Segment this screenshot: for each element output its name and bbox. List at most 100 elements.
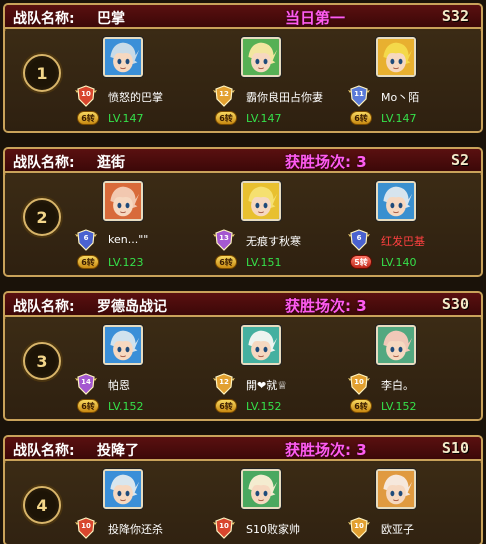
rank-badge-icon: 10 xyxy=(75,85,97,107)
rank-badge-number: 14 xyxy=(81,378,91,386)
hero-portrait-icon xyxy=(105,327,141,363)
player-name[interactable]: S10败家帅 xyxy=(246,521,300,537)
team-name: 逛街 xyxy=(97,155,125,171)
team-header: 战队名称: 罗德岛战记 获胜场次: 3 S30 xyxy=(5,293,481,317)
member-slot[interactable]: 14 帕恩 6转 LV.152 xyxy=(75,319,195,419)
player-level: LV.152 xyxy=(246,400,282,413)
hero-portrait[interactable] xyxy=(376,469,416,509)
hero-portrait-icon xyxy=(378,327,414,363)
hero-portrait-icon xyxy=(243,183,279,219)
player-name[interactable]: Mo丶陌 xyxy=(381,89,419,105)
team-members: 2 6 ken..."" 6转 LV.123 13 无痕す秋寒 6转 LV.151 6 红发巴… xyxy=(5,175,481,275)
team-members: 3 14 帕恩 6转 LV.152 12 開❤就♕ 6转 LV.152 10 李白。 6转 LV.… xyxy=(5,319,481,419)
member-slot[interactable]: 6 ken..."" 6转 LV.123 xyxy=(75,175,195,275)
player-level: LV.152 xyxy=(381,400,417,413)
team-label: 战队名称: xyxy=(13,443,75,459)
hero-portrait[interactable] xyxy=(376,325,416,365)
player-name[interactable]: 投降你还杀 xyxy=(108,521,163,537)
player-name[interactable]: 无痕す秋寒 xyxy=(246,233,301,249)
rank-badge-icon: 13 xyxy=(213,229,235,251)
rank-badge-icon: 14 xyxy=(75,373,97,395)
member-slot[interactable]: 12 開❤就♕ 6转 LV.152 xyxy=(213,319,333,419)
team-result: 获胜场次: 3 xyxy=(285,153,367,171)
player-level: LV.147 xyxy=(246,112,282,125)
rank-badge-icon: 6 xyxy=(348,229,370,251)
hero-portrait[interactable] xyxy=(241,469,281,509)
server-tag: S32 xyxy=(441,7,469,25)
player-name[interactable]: 開❤就♕ xyxy=(246,377,287,393)
player-name[interactable]: 霸你良田占你妻 xyxy=(246,89,323,105)
rebirth-badge: 6转 xyxy=(215,111,237,125)
rebirth-badge: 6转 xyxy=(77,255,99,269)
hero-portrait[interactable] xyxy=(103,37,143,77)
rebirth-badge: 6转 xyxy=(77,399,99,413)
rank-badge-icon: 10 xyxy=(213,517,235,539)
rank-badge-number: 10 xyxy=(354,378,364,386)
hero-portrait-icon xyxy=(105,471,141,507)
hero-portrait[interactable] xyxy=(241,325,281,365)
rank-badge-number: 11 xyxy=(354,90,364,98)
team-card[interactable]: 战队名称: 罗德岛战记 获胜场次: 3 S30 3 14 帕恩 6转 LV.152 1… xyxy=(3,291,483,421)
rank-badge-number: 10 xyxy=(219,522,229,530)
member-slot[interactable]: 13 无痕す秋寒 6转 LV.151 xyxy=(213,175,333,275)
rank-badge-icon: 11 xyxy=(348,85,370,107)
hero-portrait-icon xyxy=(378,183,414,219)
rank-badge-number: 6 xyxy=(83,234,89,242)
hero-portrait[interactable] xyxy=(103,181,143,221)
hero-portrait-icon xyxy=(105,39,141,75)
rebirth-badge: 6转 xyxy=(215,399,237,413)
hero-portrait[interactable] xyxy=(241,181,281,221)
player-name[interactable]: 愤怒的巴掌 xyxy=(108,89,163,105)
rank-badge-icon: 12 xyxy=(213,373,235,395)
player-name[interactable]: ken..."" xyxy=(108,233,148,246)
rank-medallion: 1 xyxy=(23,54,61,92)
member-slot[interactable]: 6 红发巴基 5转 LV.140 xyxy=(348,175,468,275)
rank-badge-icon: 10 xyxy=(348,373,370,395)
player-name[interactable]: 帕恩 xyxy=(108,377,130,393)
team-result: 当日第一 xyxy=(285,9,346,27)
hero-portrait[interactable] xyxy=(103,469,143,509)
team-ranking-board: 战队名称: 巴掌 当日第一 S32 1 10 愤怒的巴掌 6转 LV.147 12 霸你… xyxy=(0,0,486,544)
member-slot[interactable]: 10 S10败家帅 xyxy=(213,463,333,544)
member-slot[interactable]: 10 投降你还杀 xyxy=(75,463,195,544)
rebirth-badge: 5转 xyxy=(350,255,372,269)
rank-medallion: 4 xyxy=(23,486,61,524)
team-result: 获胜场次: 3 xyxy=(285,441,367,459)
player-level: LV.151 xyxy=(246,256,282,269)
player-name[interactable]: 欧亚子 xyxy=(381,521,414,537)
player-level: LV.147 xyxy=(381,112,417,125)
hero-portrait[interactable] xyxy=(241,37,281,77)
hero-portrait-icon xyxy=(378,471,414,507)
member-slot[interactable]: 10 李白。 6转 LV.152 xyxy=(348,319,468,419)
hero-portrait[interactable] xyxy=(376,37,416,77)
team-header: 战队名称: 逛街 获胜场次: 3 S2 xyxy=(5,149,481,173)
team-label: 战队名称: xyxy=(13,155,75,171)
hero-portrait-icon xyxy=(378,39,414,75)
team-name: 罗德岛战记 xyxy=(97,299,167,315)
player-level: LV.123 xyxy=(108,256,144,269)
hero-portrait[interactable] xyxy=(103,325,143,365)
hero-portrait[interactable] xyxy=(376,181,416,221)
team-card[interactable]: 战队名称: 投降了 获胜场次: 3 S10 4 10 投降你还杀 10 S10败家帅… xyxy=(3,435,483,544)
team-card[interactable]: 战队名称: 逛街 获胜场次: 3 S2 2 6 ken..."" 6转 LV.123 … xyxy=(3,147,483,277)
hero-portrait-icon xyxy=(243,39,279,75)
rank-badge-number: 12 xyxy=(219,378,229,386)
rank-badge-number: 12 xyxy=(219,90,229,98)
team-members: 1 10 愤怒的巴掌 6转 LV.147 12 霸你良田占你妻 6转 LV.147 11 Mo… xyxy=(5,31,481,131)
team-card[interactable]: 战队名称: 巴掌 当日第一 S32 1 10 愤怒的巴掌 6转 LV.147 12 霸你… xyxy=(3,3,483,133)
hero-portrait-icon xyxy=(105,183,141,219)
player-level: LV.140 xyxy=(381,256,417,269)
hero-portrait-icon xyxy=(243,471,279,507)
member-slot[interactable]: 10 欧亚子 xyxy=(348,463,468,544)
rank-badge-number: 10 xyxy=(81,90,91,98)
server-tag: S2 xyxy=(450,151,469,169)
player-name[interactable]: 红发巴基 xyxy=(381,233,425,249)
rank-badge-number: 10 xyxy=(354,522,364,530)
team-label: 战队名称: xyxy=(13,299,75,315)
player-name[interactable]: 李白。 xyxy=(381,377,414,393)
member-slot[interactable]: 10 愤怒的巴掌 6转 LV.147 xyxy=(75,31,195,131)
rank-badge-number: 13 xyxy=(219,234,229,242)
member-slot[interactable]: 11 Mo丶陌 6转 LV.147 xyxy=(348,31,468,131)
member-slot[interactable]: 12 霸你良田占你妻 6转 LV.147 xyxy=(213,31,333,131)
rank-badge-number: 6 xyxy=(356,234,362,242)
